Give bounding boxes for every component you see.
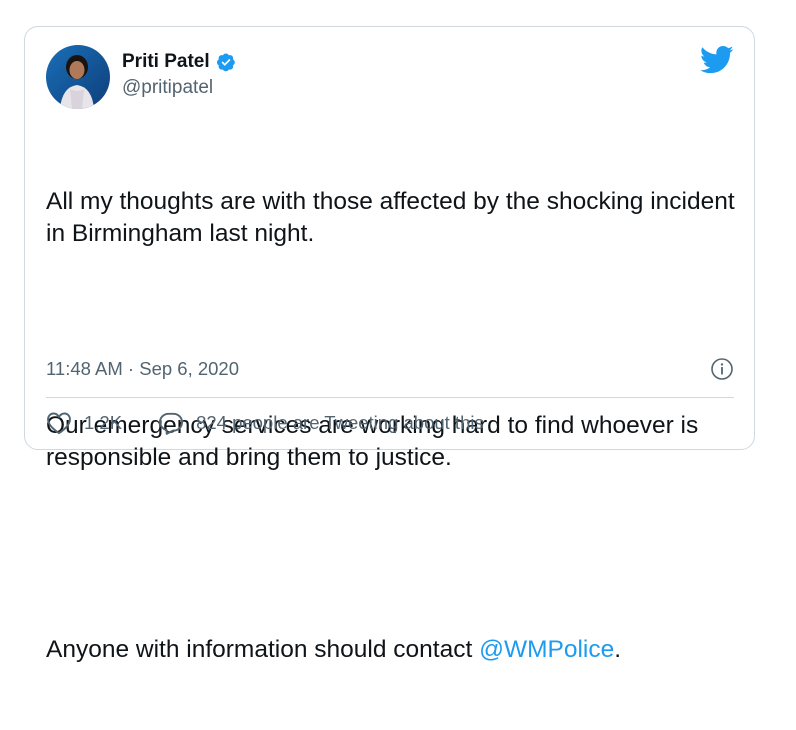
avatar[interactable]: [46, 45, 110, 109]
user-handle[interactable]: @pritipatel: [122, 77, 213, 99]
tweet-paragraph-3: Anyone with information should contact @…: [46, 634, 736, 666]
twitter-bird-icon[interactable]: [700, 45, 734, 75]
reply-bubble-icon: [158, 411, 184, 435]
paragraph-3-end: .: [614, 636, 622, 663]
verified-badge-icon: [216, 52, 236, 72]
conversation-label: 824 people are Tweeting about this: [196, 412, 484, 433]
tweet-paragraph-1: All my thoughts are with those affected …: [46, 188, 742, 247]
mention-link[interactable]: @WMPolice: [479, 636, 614, 663]
action-bar: 1.2K 824 people are Tweeting about this: [46, 411, 484, 435]
paragraph-3-text: Anyone with information should contact: [46, 636, 480, 663]
conversation-button[interactable]: 824 people are Tweeting about this: [158, 411, 484, 435]
heart-icon: [46, 411, 72, 435]
like-button[interactable]: 1.2K: [46, 411, 122, 435]
tweet-card[interactable]: Priti Patel @pritipatel All my thoughts …: [24, 26, 755, 663]
like-count: 1.2K: [84, 412, 123, 433]
divider: [46, 397, 734, 398]
tweet-timestamp[interactable]: 11:48 AM · Sep 6, 2020: [46, 358, 239, 380]
display-name[interactable]: Priti Patel: [122, 51, 210, 73]
info-icon[interactable]: [710, 357, 734, 381]
